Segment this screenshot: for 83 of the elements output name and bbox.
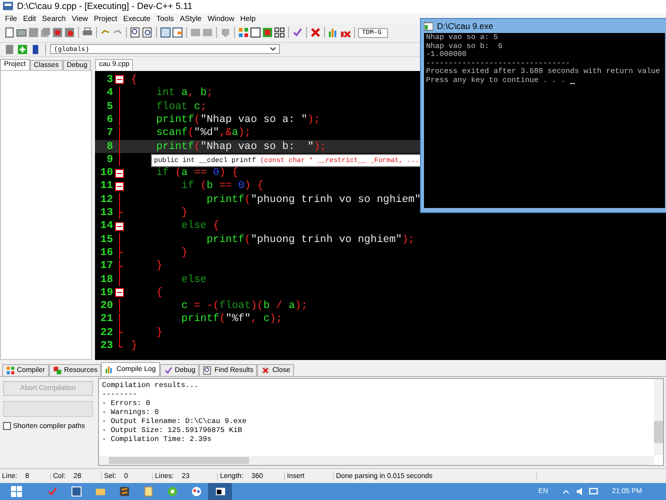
line-number: 22 [99,326,113,339]
code-line: printf("phuong trinh vo nghiem"); [206,234,415,246]
code-line: { [155,286,163,299]
find-icon[interactable] [130,27,141,38]
line-number: 16 [99,246,113,259]
line-number: 23 [99,340,113,352]
console-icon [424,22,433,30]
window-title: D:\C\cau 9.cpp - [Executing] - Dev-C++ 5.11 [17,1,192,12]
line-number: 7 [106,127,113,140]
line-number: 8 [106,140,113,153]
checkmark-app-icon[interactable] [46,486,58,497]
find-icon[interactable] [203,366,212,376]
tiles-icon[interactable] [262,27,273,38]
new-file-icon[interactable] [4,27,15,38]
fold-toggle-icon[interactable] [115,220,125,233]
line-number: 5 [106,100,113,113]
line-number: 4 [106,87,113,100]
checkbox[interactable] [3,422,11,430]
line-number: 19 [99,286,113,299]
disks-icon[interactable] [40,27,51,38]
code-line: } [155,260,163,272]
code-line: printf("Nhap vao so a: "); [155,114,320,126]
code-line: else [180,274,207,286]
code-line: float c; [155,100,207,113]
code-line: } [155,326,163,339]
close-file-icon[interactable] [52,27,63,38]
folder-icon[interactable] [16,27,27,38]
grid-icon[interactable] [274,27,285,38]
console-icon[interactable] [214,486,226,497]
class-icon[interactable] [4,44,15,55]
fold-toggle-icon[interactable] [115,73,125,86]
line-number: 21 [99,313,113,326]
line-number: 10 [99,167,113,180]
line-number: 6 [106,114,113,126]
app-window-icon[interactable] [70,486,82,497]
line-number: 14 [99,220,113,232]
printer-icon[interactable] [82,27,93,38]
text-cursor [570,83,576,84]
code-line: printf("%f", c); [180,313,282,326]
line-number: 9 [106,154,113,166]
windows-logo-icon[interactable] [10,486,22,497]
caret-icon [270,47,276,52]
horizontal-scrollbar[interactable] [99,456,654,466]
notepad-icon[interactable] [142,486,154,497]
boxes-icon[interactable] [53,366,62,376]
code-line: printf("phuong trinh vo so nghiem" [206,194,421,206]
line-number: 12 [99,194,113,206]
line-number: 20 [99,300,113,312]
check-icon[interactable] [292,27,303,38]
line-number: 17 [99,260,113,272]
caret-up-icon[interactable] [562,488,570,496]
code-line: scanf("%d",&a); [155,127,251,140]
monitor-icon[interactable] [589,487,598,496]
replace-icon[interactable] [142,27,153,38]
close-icon[interactable] [261,366,270,376]
line-number: 3 [106,74,113,86]
line-number: 11 [99,180,113,192]
code-line: printf("Nhap vao so b: "); [155,140,326,153]
window-icon[interactable] [250,27,261,38]
code-line: } [180,207,188,220]
code-line: if (a == 0) { [155,167,238,180]
book-icon[interactable] [30,44,41,55]
vertical-scrollbar[interactable] [654,379,663,456]
code-line: } [180,246,188,259]
code-line: c = -(float)(b / a); [180,300,308,312]
panel-icon[interactable] [172,27,183,38]
line-number: 13 [99,207,113,220]
close-all-icon[interactable] [64,27,75,38]
check-icon[interactable] [164,366,173,376]
code-line: else { [180,220,220,232]
fold-toggle-icon[interactable] [115,166,125,180]
circle-app-icon[interactable] [166,486,178,497]
line-number: 18 [99,274,113,286]
cross-icon[interactable] [310,27,321,38]
window-title: D:\C\cau 9.exe [437,21,494,31]
fold-toggle-icon[interactable] [115,180,125,193]
code-line: } [131,340,138,352]
window-icon[interactable] [160,27,171,38]
code-line: if (b == 0) { [180,180,264,192]
code-line: int a, b; [155,87,213,100]
line-number: 15 [99,234,113,246]
fold-toggle-icon[interactable] [115,286,125,300]
code-line: { [131,74,138,86]
